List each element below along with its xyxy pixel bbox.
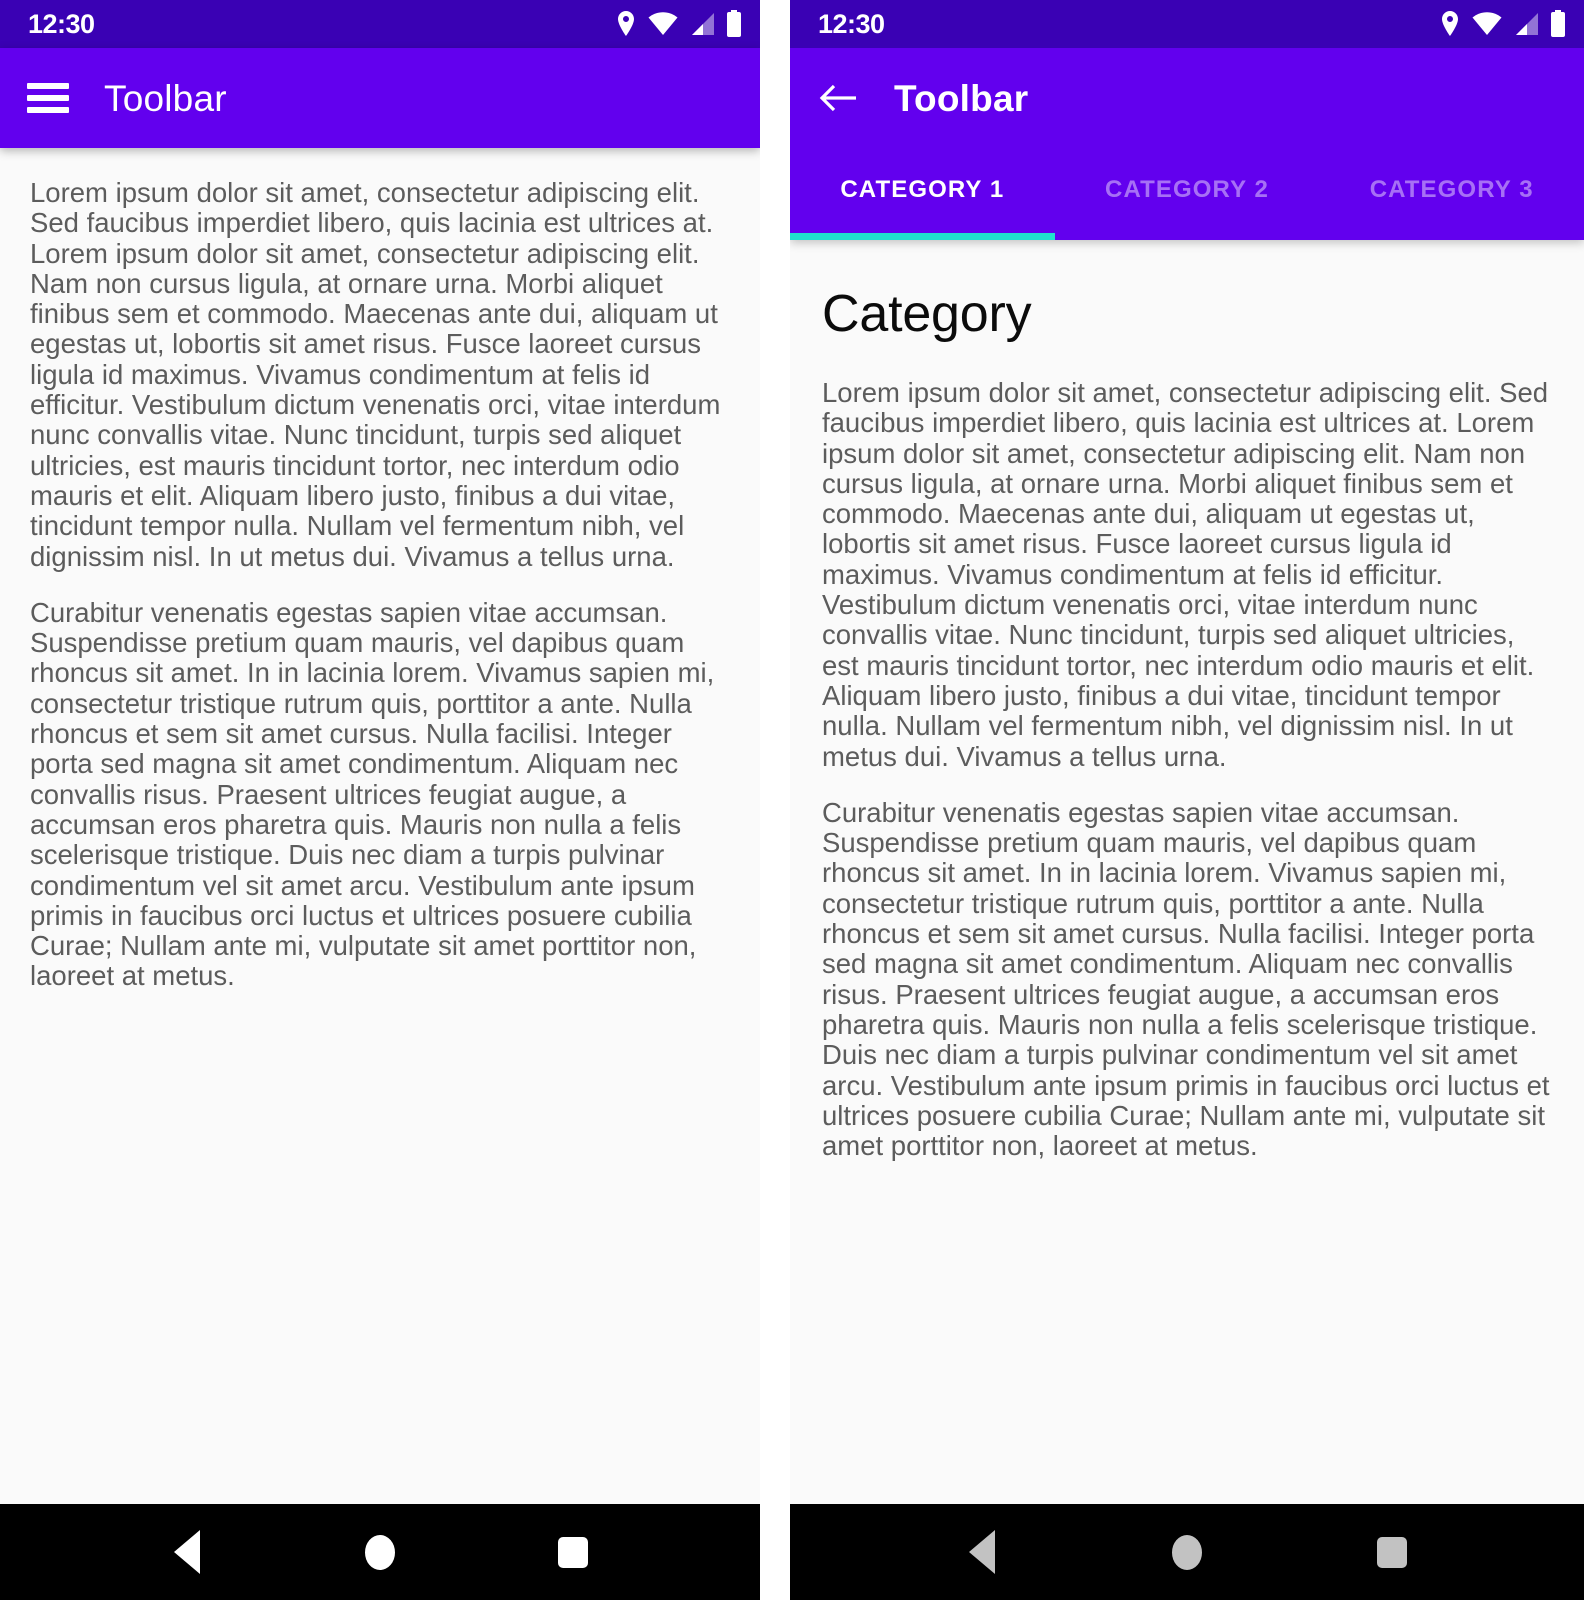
system-back-button[interactable] — [132, 1504, 242, 1600]
body-paragraph-2: Curabitur venenatis egestas sapien vitae… — [822, 796, 1550, 1162]
system-recents-button[interactable] — [1337, 1504, 1447, 1600]
tab-category-2[interactable]: CATEGORY 2 — [1055, 148, 1320, 240]
arrow-back-icon — [818, 78, 858, 118]
wifi-icon — [648, 12, 678, 36]
recents-square-icon — [1376, 1536, 1407, 1568]
navigate-up-button[interactable] — [790, 48, 886, 148]
status-bar-icons — [1439, 10, 1566, 38]
system-navigation-bar-left — [0, 1504, 760, 1600]
status-bar-clock: 12:30 — [818, 8, 885, 39]
left-phone-screen: 12:30 Toolbar Lorem ipsum dolor sit amet… — [0, 0, 760, 1600]
content-area-left: Lorem ipsum dolor sit amet, consectetur … — [0, 148, 760, 1504]
screenshot-divider — [760, 0, 790, 1600]
status-bar-left: 12:30 — [0, 0, 760, 48]
status-bar-icons — [615, 10, 742, 38]
page-title: Category — [822, 285, 1032, 343]
system-navigation-bar-right — [790, 1504, 1584, 1600]
dual-screenshot-container: 12:30 Toolbar Lorem ipsum dolor sit amet… — [0, 0, 1584, 1600]
body-paragraph-1: Lorem ipsum dolor sit amet, consectetur … — [30, 177, 721, 572]
toolbar-title-right: Toolbar — [894, 77, 1029, 119]
back-triangle-icon — [969, 1530, 996, 1574]
app-toolbar-right: Toolbar — [790, 48, 1584, 148]
system-home-button[interactable] — [1132, 1504, 1242, 1600]
open-drawer-button[interactable] — [0, 48, 96, 148]
cellular-signal-icon — [1513, 12, 1539, 36]
cellular-signal-icon — [689, 12, 715, 36]
content-area-right: Category Lorem ipsum dolor sit amet, con… — [790, 240, 1584, 1504]
app-toolbar-left: Toolbar — [0, 48, 760, 148]
home-circle-icon — [1171, 1534, 1202, 1570]
status-bar-right: 12:30 — [790, 0, 1584, 48]
home-circle-icon — [364, 1534, 395, 1570]
category-tab-bar: CATEGORY 1 CATEGORY 2 CATEGORY 3 — [790, 148, 1584, 240]
tab-category-3[interactable]: CATEGORY 3 — [1319, 148, 1584, 240]
system-recents-button[interactable] — [518, 1504, 628, 1600]
right-phone-screen: 12:30 Toolbar CATEGORY 1 CATEGORY 2 CATE… — [790, 0, 1584, 1600]
hamburger-menu-icon — [27, 83, 69, 113]
system-back-button[interactable] — [927, 1504, 1037, 1600]
system-home-button[interactable] — [325, 1504, 435, 1600]
battery-icon — [1550, 10, 1566, 38]
battery-icon — [726, 10, 742, 38]
body-paragraph-1: Lorem ipsum dolor sit amet, consectetur … — [822, 377, 1549, 772]
location-icon — [1439, 10, 1461, 38]
status-bar-clock: 12:30 — [28, 8, 95, 39]
body-paragraph-2: Curabitur venenatis egestas sapien vitae… — [30, 596, 715, 992]
location-icon — [615, 10, 637, 38]
tab-category-1[interactable]: CATEGORY 1 — [790, 148, 1055, 240]
toolbar-title-left: Toolbar — [104, 77, 227, 119]
wifi-icon — [1472, 12, 1502, 36]
recents-square-icon — [558, 1536, 589, 1568]
back-triangle-icon — [173, 1530, 200, 1574]
